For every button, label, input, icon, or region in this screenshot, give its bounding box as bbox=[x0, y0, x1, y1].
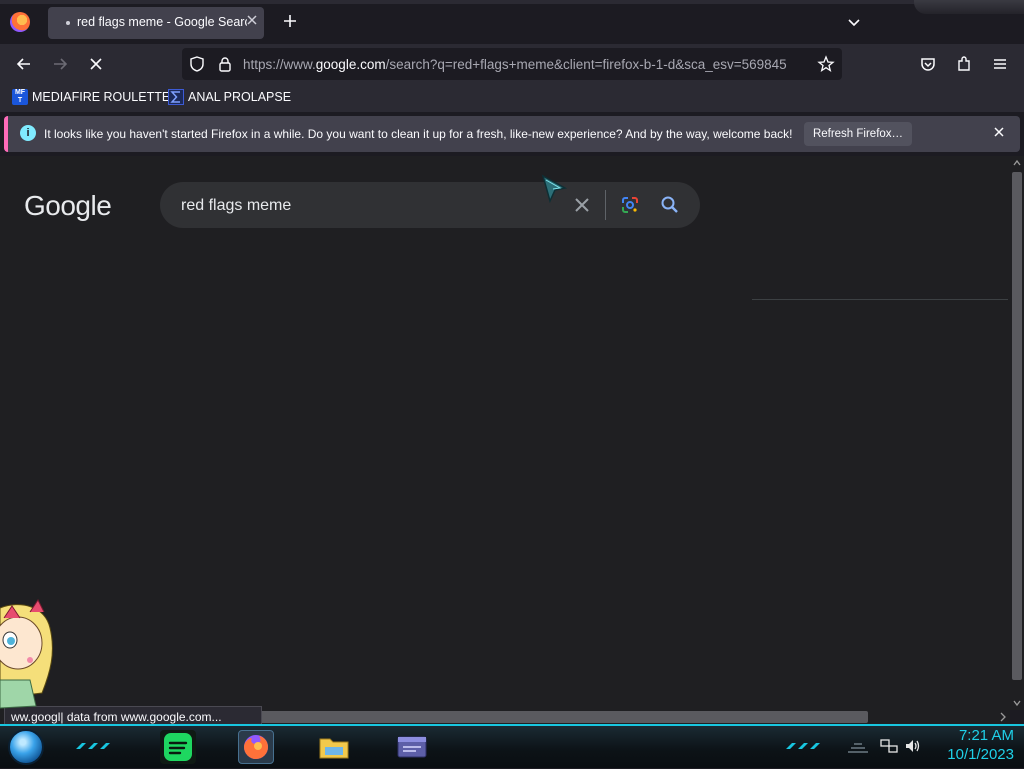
taskbar-file-explorer-button[interactable] bbox=[316, 730, 352, 764]
search-divider bbox=[605, 190, 606, 220]
pocket-button[interactable] bbox=[914, 50, 942, 78]
tab-close-icon[interactable] bbox=[245, 13, 259, 27]
notification-accent-strip bbox=[4, 116, 8, 152]
scroll-down-arrow-icon[interactable] bbox=[1012, 698, 1022, 708]
firefox-icon bbox=[244, 735, 268, 759]
taskbar-firefox-button[interactable] bbox=[238, 730, 274, 764]
tab-loading-dot-icon bbox=[66, 21, 70, 25]
search-input[interactable]: red flags meme bbox=[181, 197, 291, 215]
notification-message: It looks like you haven't started Firefo… bbox=[44, 127, 793, 141]
refresh-firefox-button[interactable]: Refresh Firefox… bbox=[804, 122, 912, 146]
taskbar bbox=[0, 724, 1024, 768]
vertical-scrollbar-thumb[interactable] bbox=[1012, 172, 1022, 680]
forward-button[interactable] bbox=[46, 50, 74, 78]
stop-x-icon bbox=[90, 58, 102, 70]
info-icon: i bbox=[20, 125, 36, 141]
taskbar-app-window-button[interactable] bbox=[394, 730, 430, 764]
url-text[interactable]: https://www.google.com/search?q=red+flag… bbox=[243, 57, 809, 72]
volume-icon[interactable] bbox=[904, 738, 922, 754]
window-app-icon bbox=[397, 736, 427, 758]
taskbar-decoration-right bbox=[784, 738, 828, 749]
stop-loading-button[interactable] bbox=[82, 50, 110, 78]
url-path: /search?q=red+flags+meme&client=firefox-… bbox=[385, 57, 787, 72]
mediafire-icon: MF T bbox=[12, 89, 28, 105]
content-divider bbox=[752, 299, 1008, 300]
folder-icon bbox=[319, 738, 349, 759]
new-tab-button[interactable] bbox=[281, 12, 299, 32]
firefox-menu-icon[interactable] bbox=[10, 12, 30, 32]
taskbar-spotify-button[interactable] bbox=[160, 730, 196, 764]
mouse-cursor-icon bbox=[540, 174, 568, 204]
search-icon[interactable] bbox=[660, 195, 680, 215]
window-frame-decoration bbox=[914, 0, 1024, 14]
back-button[interactable] bbox=[10, 50, 38, 78]
start-orb-button[interactable] bbox=[8, 729, 44, 765]
taskbar-decoration bbox=[74, 738, 118, 749]
scroll-right-arrow-icon[interactable] bbox=[998, 711, 1008, 723]
extensions-button[interactable] bbox=[950, 50, 978, 78]
scroll-up-arrow-icon[interactable] bbox=[1012, 158, 1022, 168]
lock-icon[interactable] bbox=[216, 55, 234, 73]
app-menu-button[interactable] bbox=[986, 50, 1014, 78]
forward-arrow-icon bbox=[54, 58, 68, 70]
horizontal-scrollbar-thumb[interactable] bbox=[260, 711, 868, 723]
list-all-tabs-chevron-icon[interactable] bbox=[846, 14, 862, 30]
bookmark-mediafire-rouletter[interactable]: MEDIAFIRE ROULETTER bbox=[32, 90, 179, 104]
back-arrow-icon bbox=[16, 58, 30, 70]
url-host: google.com bbox=[315, 57, 386, 72]
clear-search-icon[interactable] bbox=[572, 195, 592, 215]
spotify-icon bbox=[164, 733, 192, 761]
tracking-protection-shield-icon[interactable] bbox=[188, 55, 206, 73]
url-prefix: https://www. bbox=[243, 57, 316, 72]
google-lens-icon[interactable] bbox=[620, 195, 640, 215]
page-content bbox=[0, 156, 1024, 710]
pocket-icon bbox=[921, 58, 935, 71]
bookmark-anal-prolapse[interactable]: ANAL PROLAPSE bbox=[188, 90, 291, 104]
bookmark-sigma-icon bbox=[168, 89, 184, 105]
bookmark-star-icon[interactable] bbox=[817, 55, 835, 73]
show-hidden-icons-icon[interactable] bbox=[846, 741, 870, 753]
network-icon[interactable] bbox=[880, 738, 898, 754]
google-logo[interactable]: Google bbox=[24, 190, 112, 222]
notification-close-icon[interactable] bbox=[992, 125, 1006, 139]
hamburger-menu-icon bbox=[994, 59, 1006, 69]
clock-time[interactable]: 7:21 AM bbox=[932, 727, 1014, 744]
tab-title: red flags meme - Google Search bbox=[77, 15, 247, 29]
desktop-mascot-character bbox=[0, 598, 56, 718]
puzzle-extensions-icon bbox=[958, 56, 970, 71]
clock-date[interactable]: 10/1/2023 bbox=[932, 746, 1014, 763]
